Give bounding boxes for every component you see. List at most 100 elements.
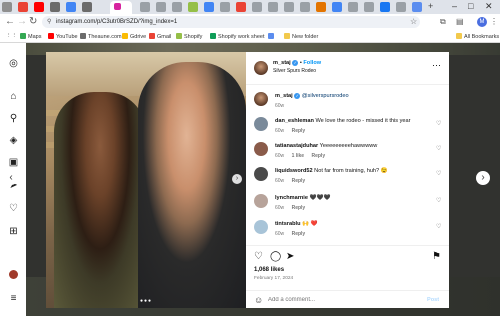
tab-favicon[interactable] [316, 2, 326, 12]
tab-favicon[interactable] [140, 2, 150, 12]
tab-favicon[interactable] [114, 3, 121, 10]
menu-icon[interactable]: ≡ [8, 293, 19, 304]
tab-favicon[interactable] [66, 2, 76, 12]
comment-time[interactable]: 60w [275, 153, 284, 159]
commenter-avatar[interactable] [254, 220, 268, 234]
tab-favicon[interactable] [268, 2, 278, 12]
bookmark-shopify[interactable]: Shopify [176, 33, 202, 41]
caption-time[interactable]: 60w [275, 103, 284, 109]
tab-favicon[interactable] [204, 2, 214, 12]
comment-time[interactable]: 60w [275, 128, 284, 134]
site-info-icon[interactable]: ⚲ [47, 16, 51, 28]
comment-like-count[interactable]: 1 like [292, 153, 305, 159]
share-icon[interactable]: ➤ [286, 251, 294, 262]
new-tab-icon[interactable]: + [428, 1, 433, 11]
bookmark-youtube[interactable]: YouTube [48, 33, 78, 41]
tab-favicon[interactable] [220, 2, 230, 12]
reels-icon[interactable]: ▣ [8, 157, 19, 168]
browser-menu-icon[interactable]: ⋮ [490, 17, 498, 27]
reply-button[interactable]: Reply [311, 153, 325, 159]
tab-favicon[interactable] [412, 2, 422, 12]
tab-favicon[interactable] [380, 2, 390, 12]
bookmark-icon[interactable]: ⚑ [432, 251, 441, 262]
reply-button[interactable]: Reply [292, 205, 306, 211]
more-options-icon[interactable]: ⋯ [432, 60, 441, 71]
tab-favicon[interactable] [34, 2, 44, 12]
previous-post-icon[interactable]: ‹ [4, 171, 18, 185]
reply-button[interactable]: Reply [292, 128, 306, 134]
comment-like-icon[interactable]: ♡ [436, 223, 441, 230]
comment-time[interactable]: 60w [275, 178, 284, 184]
commenter-avatar[interactable] [254, 142, 268, 156]
post-comment-button[interactable]: Post [427, 297, 439, 303]
comment-like-icon[interactable]: ♡ [436, 170, 441, 177]
comment-username[interactable]: tatianastajduhar [275, 143, 318, 149]
profile-avatar[interactable]: M [477, 17, 487, 27]
tab-favicon[interactable] [348, 2, 358, 12]
post-location[interactable]: Silver Spurs Rodeo [273, 68, 316, 74]
search-icon[interactable]: ⚲ [8, 113, 19, 124]
tab-favicon[interactable] [236, 2, 246, 12]
comment-username[interactable]: liquidsword52 [275, 168, 313, 174]
follow-button[interactable]: Follow [303, 60, 321, 66]
post-photo[interactable]: › ●●● [46, 52, 246, 308]
profile-icon[interactable] [8, 270, 19, 281]
url-field[interactable]: ⚲ instagram.com/p/C3utr0BrSZD/?img_index… [42, 16, 420, 28]
commenter-avatar[interactable] [254, 167, 268, 181]
tab-favicon[interactable] [18, 2, 28, 12]
comment-time[interactable]: 60w [275, 231, 284, 237]
post-date[interactable]: February 17, 2024 [254, 276, 293, 281]
comment-icon[interactable]: ◯ [270, 251, 281, 262]
commenter-avatar[interactable] [254, 117, 268, 131]
tab-favicon[interactable] [2, 2, 12, 12]
bookmarks-grid-icon[interactable]: ⋮⋮ [6, 33, 17, 40]
reload-icon[interactable]: ↻ [29, 16, 37, 28]
home-icon[interactable]: ⌂ [8, 91, 19, 102]
emoji-icon[interactable]: ☺ [254, 295, 263, 305]
reply-button[interactable]: Reply [292, 231, 306, 237]
author-avatar[interactable] [254, 61, 268, 75]
close-window-icon[interactable]: ✕ [485, 1, 493, 12]
likes-count[interactable]: 1,068 likes [254, 267, 284, 273]
comment-username[interactable]: dan_eshleman [275, 118, 314, 124]
back-icon[interactable]: ← [5, 16, 15, 28]
tab-favicon[interactable] [82, 2, 92, 12]
tab-favicon[interactable] [364, 2, 374, 12]
tab-favicon[interactable] [188, 2, 198, 12]
forward-icon[interactable]: → [17, 16, 27, 28]
tab-favicon[interactable] [300, 2, 310, 12]
sidepanel-icon[interactable]: ▤ [456, 17, 464, 27]
reply-button[interactable]: Reply [292, 178, 306, 184]
bookmark-shopify-work-sheet[interactable]: Shopify work sheet [210, 33, 264, 41]
explore-icon[interactable]: ◈ [8, 135, 19, 146]
next-post-icon[interactable]: › [476, 171, 490, 185]
caption-mention[interactable]: @silverspursrodeo [302, 93, 349, 99]
tab-favicon[interactable] [50, 2, 60, 12]
tab-favicon[interactable] [396, 2, 406, 12]
commenter-avatar[interactable] [254, 194, 268, 208]
tab-favicon[interactable] [284, 2, 294, 12]
author-username[interactable]: m_staj [273, 60, 291, 66]
bookmark-star-icon[interactable]: ☆ [410, 17, 417, 27]
comment-like-icon[interactable]: ♡ [436, 120, 441, 127]
bookmark-gmail[interactable]: Gmail [149, 33, 171, 41]
instagram-icon[interactable]: ◎ [8, 58, 19, 69]
bookmark-unnamed[interactable] [268, 33, 276, 41]
all-bookmarks[interactable]: All Bookmarks [456, 33, 499, 41]
comment-like-icon[interactable]: ♡ [436, 145, 441, 152]
carousel-next-icon[interactable]: › [232, 174, 242, 184]
minimize-icon[interactable]: – [452, 1, 457, 11]
notifications-icon[interactable]: ♡ [8, 203, 19, 214]
comment-like-icon[interactable]: ♡ [436, 197, 441, 204]
bookmark-theaune[interactable]: Theaune.com [80, 33, 122, 41]
create-icon[interactable]: ⊞ [8, 226, 19, 237]
author-avatar[interactable] [254, 92, 268, 106]
comment-username[interactable]: tintsrablu [275, 221, 300, 227]
comment-username[interactable]: lynchmarnie [275, 195, 308, 201]
tab-favicon[interactable] [172, 2, 182, 12]
heart-icon[interactable]: ♡ [254, 251, 263, 262]
bookmark-maps[interactable]: Maps [20, 33, 41, 41]
comment-input[interactable] [268, 295, 408, 305]
extensions-icon[interactable]: ⧉ [440, 17, 446, 27]
maximize-icon[interactable]: □ [468, 1, 473, 11]
